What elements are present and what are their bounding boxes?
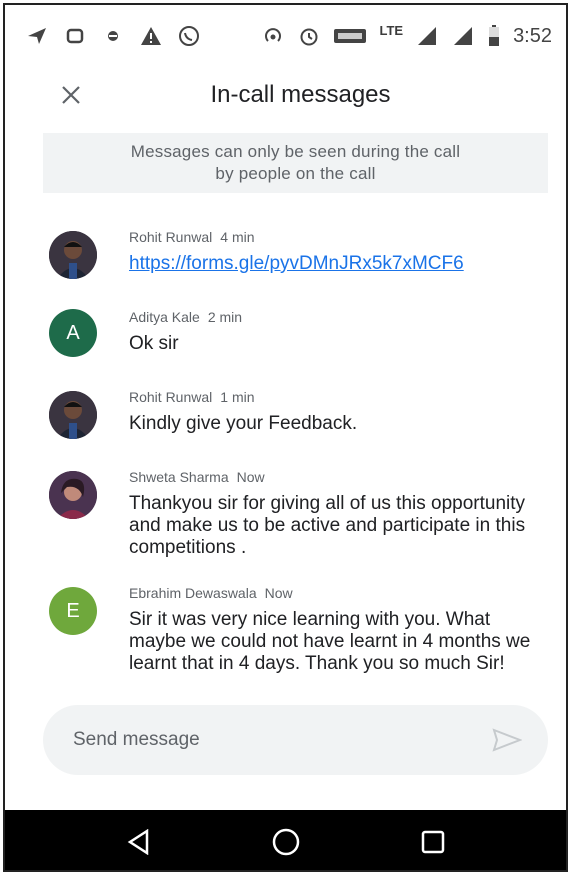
message-composer	[43, 705, 548, 775]
recents-button[interactable]	[413, 822, 453, 862]
signal-icon	[415, 24, 439, 48]
sender-name: Rohit Runwal	[129, 229, 213, 245]
message-link[interactable]: https://forms.gle/pyvDMnJRx5k7xMCF6	[129, 253, 549, 275]
avatar: E	[49, 587, 97, 635]
message-text: Ok sir	[129, 333, 179, 354]
send-button[interactable]	[490, 725, 524, 755]
network-type-label: LTE	[379, 22, 404, 38]
home-circle-icon	[272, 828, 299, 856]
status-bar: LTE 3:52	[5, 5, 566, 67]
recents-square-icon	[421, 830, 444, 854]
message-time: 2 min	[207, 309, 243, 325]
home-button[interactable]	[266, 822, 306, 862]
message-meta: Ebrahim Dewaswala Now	[129, 585, 293, 601]
volte-icon	[333, 24, 367, 48]
close-icon	[62, 86, 80, 104]
back-triangle-icon	[127, 829, 148, 855]
message-meta: Shweta Sharma Now	[129, 469, 265, 485]
alarm-icon	[297, 24, 321, 48]
warning-icon	[139, 24, 163, 48]
back-button[interactable]	[119, 822, 159, 862]
notice-line-1: Messages can only be seen during the cal…	[130, 142, 461, 161]
status-right-icons: LTE 3:52	[261, 22, 552, 48]
notice-line-2: by people on the call	[215, 164, 376, 183]
avatar-letter: A	[66, 321, 80, 344]
status-left-icons	[25, 24, 201, 48]
clock: 3:52	[513, 24, 552, 47]
message-time: 4 min	[220, 229, 255, 245]
dot-icon	[101, 24, 125, 48]
whatsapp-icon	[177, 24, 201, 48]
message-time: 1 min	[220, 389, 255, 405]
send-icon	[492, 728, 522, 752]
visibility-notice: Messages can only be seen during the cal…	[43, 133, 548, 193]
app-header: In-call messages	[5, 67, 566, 123]
message-text: Sir it was very nice learning with you. …	[129, 609, 531, 674]
message-meta: Rohit Runwal 1 min	[129, 389, 255, 405]
page-title: In-call messages	[210, 81, 391, 108]
sync-icon	[63, 24, 87, 48]
message-text: Thankyou sir for giving all of us this o…	[129, 493, 526, 558]
avatar-letter: E	[66, 599, 80, 622]
sender-name: Ebrahim Dewaswala	[129, 585, 257, 601]
hotspot-icon	[261, 24, 285, 48]
send-message-input[interactable]	[71, 728, 455, 752]
close-button[interactable]	[55, 79, 87, 111]
message-time: Now	[236, 469, 265, 485]
sender-name: Shweta Sharma	[129, 469, 229, 485]
message-text: Kindly give your Feedback.	[129, 413, 358, 434]
message-time: Now	[264, 585, 293, 601]
avatar	[49, 391, 97, 439]
avatar	[49, 471, 97, 519]
navigation-icon	[25, 24, 49, 48]
message-meta: Aditya Kale 2 min	[129, 309, 242, 325]
signal-icon	[451, 24, 475, 48]
sender-name: Aditya Kale	[129, 309, 200, 325]
android-nav-bar	[5, 810, 566, 870]
battery-icon	[487, 24, 501, 48]
sender-name: Rohit Runwal	[129, 389, 213, 405]
message-meta: Rohit Runwal 4 min	[129, 229, 255, 245]
phone-frame: LTE 3:52 In-call messages Messages can o…	[3, 3, 568, 872]
avatar	[49, 231, 97, 279]
avatar: A	[49, 309, 97, 357]
